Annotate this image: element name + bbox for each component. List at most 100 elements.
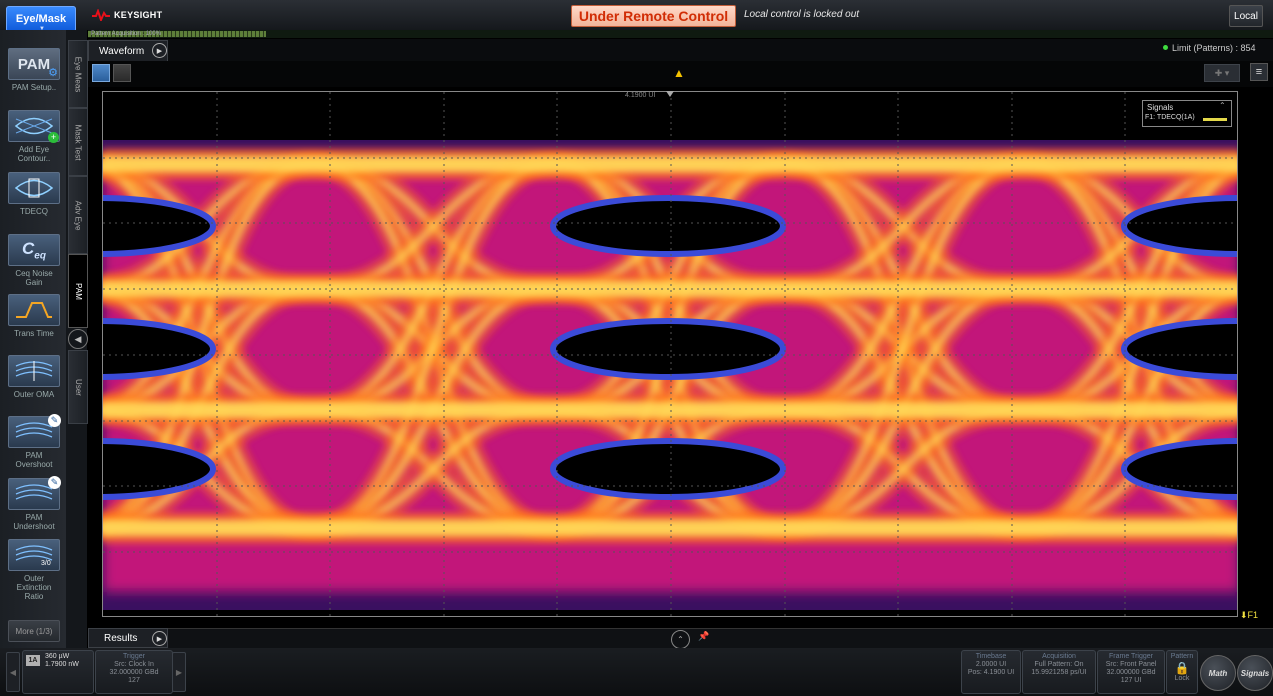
lock-label: Lock (1174, 675, 1190, 682)
tool-label: PAM Undershoot (13, 513, 55, 531)
outer-oma-icon (8, 355, 60, 387)
collapse-panel-icon[interactable]: ◀ (68, 329, 88, 349)
waveform-graticule[interactable] (102, 91, 1238, 617)
f1-marker-label: F1 (1247, 610, 1259, 620)
acquisition-pattern: Full Pattern: On (1034, 661, 1084, 668)
frame-trigger-length: 127 UI (1120, 677, 1142, 684)
pam-setup-icon: PAM ⚙ (8, 48, 60, 80)
acquisition-title: Acquisition (1042, 653, 1076, 660)
transition-time-icon (8, 294, 60, 326)
timebase-title: Timebase (975, 653, 1007, 660)
zoom-pan-button[interactable]: ✚ ▾ (1204, 64, 1240, 82)
local-button[interactable]: Local (1229, 5, 1263, 27)
tool-pam-undershoot[interactable]: ✎ PAM Undershoot (8, 476, 61, 531)
trigger-source: Src: Clock In (114, 661, 154, 668)
tab-mask-test[interactable]: Mask Test (68, 108, 88, 176)
locked-out-note: Local control is locked out (744, 9, 860, 20)
frame-trigger-source: Src: Front Panel (1105, 661, 1157, 668)
tool-tdecq[interactable]: TDECQ (8, 172, 60, 216)
trigger-pattern-length: 127 (128, 677, 140, 684)
f1-marker: ⬇F1 (1240, 610, 1258, 621)
tab-user[interactable]: User (68, 350, 88, 424)
acquisition-box[interactable]: Acquisition Full Pattern: On 15.9921258 … (1022, 650, 1096, 694)
tool-label: PAM Setup.. (11, 83, 57, 92)
tdecq-icon (8, 172, 60, 204)
results-play-icon[interactable]: ▶ (152, 631, 167, 646)
timebase-box[interactable]: Timebase 2.0000 UI Pos: 4.1900 UI (961, 650, 1021, 694)
tool-label: PAM Overshoot (15, 451, 53, 469)
trigger-box[interactable]: Trigger Src: Clock In 32.000000 GBd 127 (95, 650, 173, 694)
outer-er-icon: 3/0 (8, 539, 60, 571)
frame-trigger-rate: 32.000000 GBd (1106, 669, 1156, 676)
warning-icon[interactable]: ▲ (673, 66, 685, 80)
hamburger-menu-icon[interactable]: ≡ (1250, 63, 1268, 81)
scroll-right-icon[interactable]: ▶ (172, 652, 186, 692)
eye-diagram (103, 92, 1237, 616)
legend-item-f1: F1: TDECQ(1A) (1145, 114, 1195, 121)
frame-trigger-box[interactable]: Frame Trigger Src: Front Panel 32.000000… (1097, 650, 1165, 694)
remote-control-banner: Under Remote Control (571, 5, 736, 27)
trigger-title: Trigger (123, 653, 145, 660)
channel-scale: 360 µW (45, 653, 70, 660)
legend-title: Signals (1147, 103, 1174, 112)
pam-undershoot-icon: ✎ (8, 476, 61, 510)
tab-adv-eye[interactable]: Adv Eye (68, 176, 88, 254)
tool-pam-setup[interactable]: PAM ⚙ PAM Setup.. (8, 48, 60, 92)
waveform-tab-label: Waveform (99, 45, 145, 57)
legend-collapse-icon[interactable]: ⌃ (1219, 101, 1226, 110)
limit-patterns-readout: Limit (Patterns) : 854 (1172, 43, 1256, 53)
frame-trigger-title: Frame Trigger (1109, 653, 1153, 660)
waveform-header (88, 39, 1273, 61)
trigger-rate: 32.000000 GBd (109, 669, 159, 676)
brand-text: KEYSIGHT (114, 10, 163, 20)
lock-icon: 🔒 (1174, 661, 1190, 675)
tool-label: Ceq Noise Gain (15, 269, 53, 287)
tool-ceq-noise-gain[interactable]: Ceq Ceq Noise Gain (8, 234, 60, 287)
pin-icon[interactable]: 📌 (698, 631, 709, 642)
ceq-icon: Ceq (8, 234, 60, 266)
more-tools-button[interactable]: More (1/3) (8, 620, 60, 642)
channel-badge: 1A (26, 655, 40, 666)
tab-label: Adv Eye (73, 200, 83, 230)
tool-label: Outer Extinction Ratio (16, 574, 52, 601)
eye-mask-button[interactable]: Eye/Mask ▼ (6, 6, 76, 32)
pam-overshoot-icon: ✎ (8, 414, 61, 448)
arrow-down-icon: ⬇ (1240, 610, 1248, 620)
acquisition-progress-label: Pattern Acquisition : 100% (91, 31, 162, 37)
tool-outer-oma[interactable]: Outer OMA (8, 355, 60, 399)
tab-pam[interactable]: PAM (68, 254, 88, 328)
tab-label: Mask Test (73, 124, 83, 160)
single-grid-view-button[interactable] (92, 64, 110, 82)
legend-swatch (1203, 118, 1227, 121)
tool-pam-overshoot[interactable]: ✎ PAM Overshoot (8, 414, 61, 469)
tool-label: Trans Time (14, 329, 54, 338)
tab-eye-meas[interactable]: Eye Meas (68, 40, 88, 108)
trigger-position-marker[interactable] (666, 91, 674, 97)
tool-outer-extinction-ratio[interactable]: 3/0 Outer Extinction Ratio (8, 539, 60, 601)
trigger-position-label: 4.1900 UI (625, 92, 656, 99)
tab-label: Eye Meas (73, 56, 83, 92)
channel-offset: 1.7900 nW (45, 661, 79, 668)
expand-results-icon[interactable]: ⌃ (671, 630, 690, 649)
tool-add-eye-contour[interactable]: + Add Eye Contour.. (8, 110, 60, 163)
pattern-lock-box[interactable]: Pattern 🔒 Lock (1166, 650, 1198, 694)
signals-button[interactable]: Signals (1237, 655, 1273, 691)
tool-trans-time[interactable]: Trans Time (8, 294, 60, 338)
signals-legend[interactable]: Signals ⌃ F1: TDECQ(1A) (1142, 100, 1232, 127)
channel-readout: 360 µW 1.7900 nW (45, 653, 79, 669)
eye-contour-icon: + (8, 110, 60, 143)
keysight-logo: KEYSIGHT (92, 8, 162, 22)
waveform-play-icon[interactable]: ▶ (152, 43, 167, 58)
acquisition-sample-rate: 15.9921258 ps/UI (1031, 669, 1087, 676)
multi-grid-view-button[interactable] (113, 64, 131, 82)
scroll-left-icon[interactable]: ◀ (6, 652, 20, 692)
pattern-title: Pattern (1170, 653, 1194, 660)
timebase-position: Pos: 4.1900 UI (967, 669, 1015, 676)
math-button[interactable]: Math (1200, 655, 1236, 691)
tool-label: TDECQ (20, 207, 48, 216)
acquisition-progress-bar: Pattern Acquisition : 100% (88, 30, 1273, 38)
timebase-scale: 2.0000 UI (975, 661, 1007, 668)
tool-label: Add Eye Contour.. (17, 145, 51, 163)
eye-mask-label: Eye/Mask (15, 13, 67, 25)
tool-label: Outer OMA (13, 390, 55, 399)
